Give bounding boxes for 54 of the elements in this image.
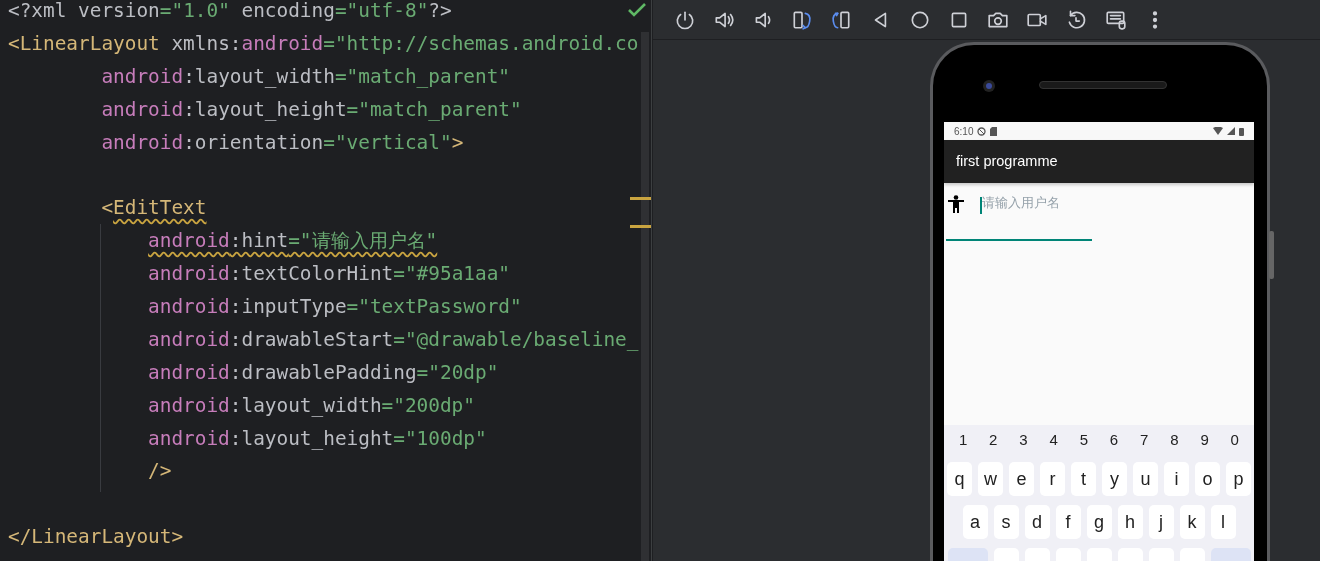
number-key[interactable]: 0: [1230, 429, 1239, 453]
number-key[interactable]: 9: [1200, 429, 1209, 453]
number-key[interactable]: 7: [1140, 429, 1149, 453]
keyboard-key[interactable]: s: [993, 505, 1019, 539]
shield-icon: [977, 126, 987, 136]
number-key[interactable]: 3: [1019, 429, 1028, 453]
signal-icon: [1227, 127, 1235, 135]
status-time: 6:10: [954, 124, 974, 139]
keyboard-key[interactable]: j: [1148, 505, 1174, 539]
code-line: </LinearLayout>: [8, 525, 184, 549]
keyboard-key[interactable]: k: [1179, 505, 1205, 539]
keyboard-key[interactable]: i: [1164, 462, 1189, 496]
code-line: <LinearLayout xmlns:android="http://schemas.android.co: [8, 31, 639, 55]
keyboard-key[interactable]: q: [947, 462, 972, 496]
camera-lens-icon: [982, 79, 996, 93]
code-line: android:hint="请输入用户名": [148, 229, 438, 253]
number-key[interactable]: 4: [1049, 429, 1058, 453]
person-icon: [948, 195, 964, 213]
keyboard-key[interactable]: t: [1071, 462, 1096, 496]
code-line: android:drawablePadding="20dp": [148, 360, 499, 384]
keyboard-key[interactable]: p: [1226, 462, 1251, 496]
code-line: />: [148, 459, 172, 483]
code-line: android:layout_height="100dp": [148, 426, 487, 450]
keyboard-key[interactable]: d: [1024, 505, 1050, 539]
keyboard-key[interactable]: h: [1117, 505, 1143, 539]
keyboard-key[interactable]: w: [978, 462, 1003, 496]
app-title: first programme: [956, 151, 1058, 171]
keyboard-key[interactable]: f: [1055, 505, 1081, 539]
number-key[interactable]: 8: [1170, 429, 1179, 453]
code-line: android:layout_height="match_parent": [101, 97, 522, 121]
code-line: android:drawableStart="@drawable/baseline_: [148, 327, 639, 351]
number-key[interactable]: 2: [989, 429, 998, 453]
code-line: <EditText: [101, 196, 207, 220]
keyboard-key[interactable]: g: [1086, 505, 1112, 539]
keyboard-key[interactable]: e: [1009, 462, 1034, 496]
code-line: android:layout_width="match_parent": [101, 64, 510, 88]
keyboard-key[interactable]: u: [1133, 462, 1158, 496]
sd-card-icon: [990, 126, 998, 136]
code-line: <?xml version="1.0" encoding="utf-8"?>: [8, 0, 452, 22]
code-line: android:layout_width="200dp": [148, 393, 475, 417]
keyboard-key[interactable]: y: [1102, 462, 1127, 496]
wifi-icon: [1213, 127, 1223, 135]
code-line: android:textColorHint="#95a1aa": [148, 262, 510, 286]
number-key[interactable]: 5: [1079, 429, 1088, 453]
keyboard-key[interactable]: l: [1210, 505, 1236, 539]
text-cursor: [980, 197, 982, 214]
code-line: android:orientation="vertical">: [101, 130, 464, 154]
keyboard-key[interactable]: r: [1040, 462, 1065, 496]
code-line: android:inputType="textPassword": [148, 295, 522, 318]
number-key[interactable]: 6: [1109, 429, 1119, 453]
keyboard-key[interactable]: o: [1195, 462, 1220, 496]
battery-icon: [1239, 126, 1244, 136]
number-key[interactable]: 1: [958, 429, 968, 453]
keyboard-key[interactable]: a: [962, 505, 988, 539]
